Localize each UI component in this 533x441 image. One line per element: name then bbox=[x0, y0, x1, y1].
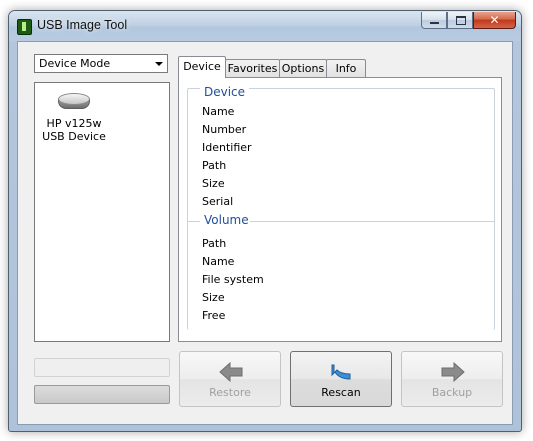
backup-label: Backup bbox=[431, 386, 473, 399]
device-name-label: Name bbox=[202, 105, 235, 118]
arrow-left-icon bbox=[219, 362, 243, 382]
device-group-title: Device bbox=[200, 85, 250, 99]
device-number-label: Number bbox=[202, 123, 247, 136]
app-window: USB Image Tool ✕ Device Mode HP v125w US… bbox=[8, 10, 522, 432]
app-icon bbox=[17, 19, 32, 35]
mode-select-value: Device Mode bbox=[39, 57, 111, 70]
restore-button[interactable]: Restore bbox=[179, 351, 281, 407]
backup-button[interactable]: Backup bbox=[401, 351, 503, 407]
restore-label: Restore bbox=[209, 386, 251, 399]
list-item[interactable]: HP v125w USB Device bbox=[41, 93, 107, 143]
operation-progress-bar bbox=[34, 385, 170, 404]
device-tab-panel: Device Name Number Identifier Path Size … bbox=[178, 77, 502, 342]
tab-info[interactable]: Info bbox=[326, 59, 366, 77]
rescan-icon bbox=[331, 364, 351, 380]
usb-drive-icon bbox=[58, 93, 90, 111]
device-size-label: Size bbox=[202, 177, 225, 190]
minimize-button[interactable] bbox=[421, 12, 447, 29]
volume-filesystem-label: File system bbox=[202, 273, 264, 286]
volume-name-label: Name bbox=[202, 255, 235, 268]
volume-group-title: Volume bbox=[200, 213, 253, 227]
volume-free-label: Free bbox=[202, 309, 226, 322]
device-list[interactable]: HP v125w USB Device bbox=[34, 82, 170, 342]
device-identifier-label: Identifier bbox=[202, 141, 252, 154]
rescan-button[interactable]: Rescan bbox=[290, 351, 392, 407]
device-info-group: Device Name Number Identifier Path Size … bbox=[187, 85, 495, 330]
client-area: Device Mode HP v125w USB Device Device F… bbox=[17, 41, 513, 425]
volume-path-label: Path bbox=[202, 237, 227, 250]
device-name-line2: USB Device bbox=[42, 130, 106, 143]
device-path-label: Path bbox=[202, 159, 227, 172]
close-icon: ✕ bbox=[489, 13, 500, 27]
window-title: USB Image Tool bbox=[37, 18, 128, 32]
device-name-line1: HP v125w bbox=[46, 117, 102, 130]
mode-select[interactable]: Device Mode bbox=[34, 54, 168, 73]
volume-size-label: Size bbox=[202, 291, 225, 304]
rescan-label: Rescan bbox=[321, 386, 361, 399]
maximize-icon bbox=[456, 16, 466, 25]
chevron-down-icon[interactable] bbox=[155, 62, 163, 66]
tab-options[interactable]: Options bbox=[279, 59, 327, 77]
caption-buttons: ✕ bbox=[421, 12, 516, 30]
status-progress-bar bbox=[34, 358, 170, 377]
arrow-right-icon bbox=[441, 362, 465, 382]
tab-favorites[interactable]: Favorites bbox=[225, 59, 280, 77]
maximize-button[interactable] bbox=[447, 12, 473, 29]
tab-device[interactable]: Device bbox=[178, 56, 226, 78]
device-serial-label: Serial bbox=[202, 195, 234, 208]
minimize-icon bbox=[430, 22, 439, 24]
title-bar[interactable]: USB Image Tool ✕ bbox=[9, 11, 521, 41]
close-button[interactable]: ✕ bbox=[473, 12, 516, 29]
volume-group-line-right bbox=[250, 221, 495, 222]
